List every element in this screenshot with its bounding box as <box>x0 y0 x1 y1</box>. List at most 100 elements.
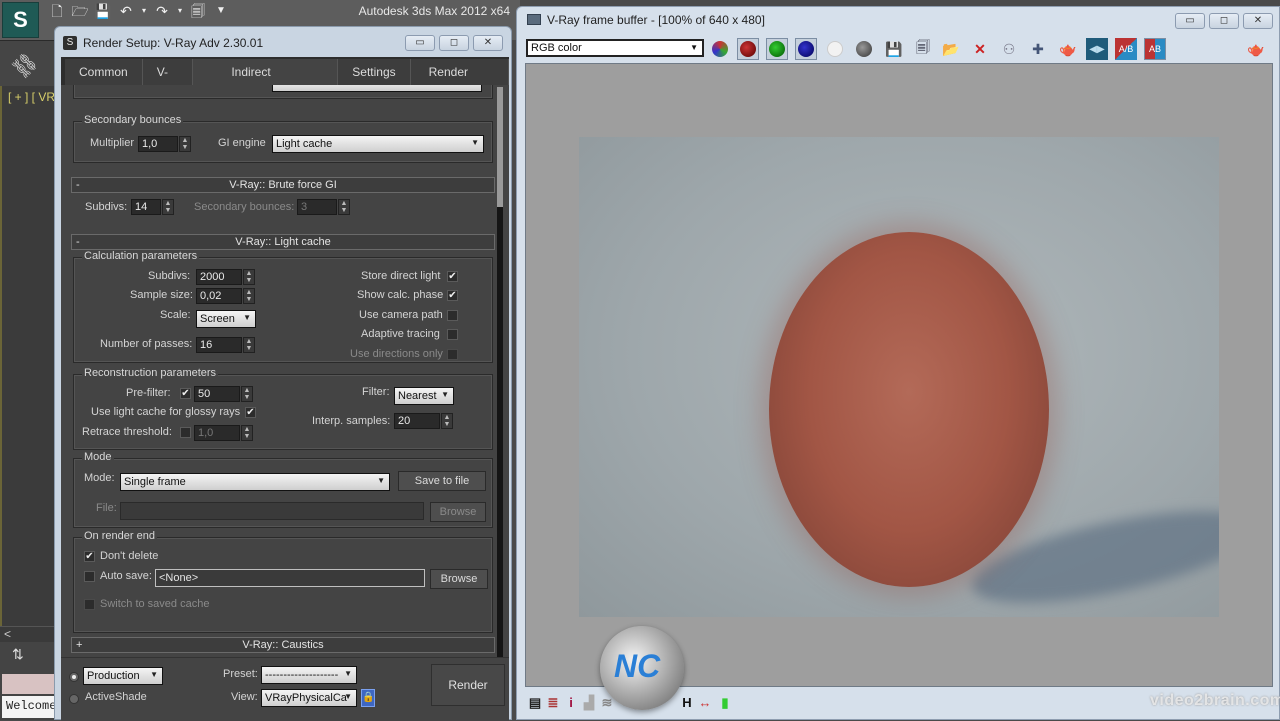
use-directions-only-checkbox[interactable] <box>447 349 458 360</box>
tab-render-elements[interactable]: Render Elements <box>410 59 509 105</box>
prefilter-checkbox[interactable]: ✔ <box>180 388 191 399</box>
preset-dropdown[interactable]: -------------------- ▼ <box>261 666 357 684</box>
spinner-arrows-icon[interactable]: ▲ ▼ <box>338 199 350 215</box>
adaptive-tracing-checkbox[interactable] <box>447 329 458 340</box>
activeshade-radio[interactable] <box>69 694 79 704</box>
stereo-icon[interactable]: ↔ <box>697 695 713 711</box>
region-render-icon[interactable]: ✚ <box>1027 38 1049 60</box>
show-calc-phase-checkbox[interactable]: ✔ <box>447 290 458 301</box>
undo-icon[interactable]: ↶ <box>117 3 135 19</box>
pixel-aspect-icon[interactable]: ▮ <box>717 695 733 711</box>
scrollbar-thumb[interactable] <box>497 87 503 207</box>
undo-dropdown-icon[interactable]: ▾ <box>140 3 148 19</box>
multiplier-spinner[interactable]: 1,0 ▲ ▼ <box>138 136 191 152</box>
save-icon[interactable]: 💾 <box>94 3 112 19</box>
spinner-arrows-icon[interactable]: ▲ ▼ <box>243 337 255 353</box>
spinner-arrows-icon[interactable]: ▲ ▼ <box>441 413 453 429</box>
file-path-input[interactable] <box>120 502 424 520</box>
spinner-arrows-icon[interactable]: ▲ ▼ <box>243 269 255 285</box>
timeline-scroll[interactable]: < <box>0 626 55 642</box>
render-last-icon[interactable]: 🫖 <box>1057 38 1079 60</box>
spinner-arrows-icon[interactable]: ▲ ▼ <box>179 136 191 152</box>
rgb-channels-icon[interactable] <box>709 38 731 60</box>
gi-engine-dropdown[interactable]: Light cache ▼ <box>272 135 484 153</box>
retrace-threshold-checkbox[interactable] <box>180 427 191 438</box>
save-image-icon[interactable]: 💾 <box>883 38 905 60</box>
light-cache-rollout-header[interactable]: - V-Ray:: Light cache <box>71 234 495 250</box>
ab-compare-horizontal-icon[interactable]: ◀▶ <box>1086 38 1108 60</box>
auto-save-path-input[interactable]: <None> <box>155 569 425 587</box>
production-dropdown[interactable]: Production ▼ <box>83 667 163 685</box>
view-dropdown[interactable]: VRayPhysicalCa ▼ <box>261 689 357 707</box>
brute-force-rollout-header[interactable]: - V-Ray:: Brute force GI <box>71 177 495 193</box>
spinner-arrows-icon[interactable]: ▲ ▼ <box>241 425 253 441</box>
ab-compare-vertical-icon[interactable]: AB <box>1144 38 1166 60</box>
bf-secondary-bounces-spinner[interactable]: 3 ▲ ▼ <box>297 199 350 215</box>
vfb-titlebar[interactable]: V-Ray frame buffer - [100% of 640 x 480]… <box>517 7 1279 33</box>
mode-dropdown[interactable]: Single frame ▼ <box>120 473 390 491</box>
primary-gi-engine-dropdown[interactable] <box>272 85 482 92</box>
blue-channel-icon[interactable] <box>795 38 817 60</box>
histogram-icon[interactable]: ▟ <box>581 695 597 711</box>
render-button[interactable]: Render <box>431 664 505 706</box>
tab-vray[interactable]: V-Ray <box>142 59 194 105</box>
production-radio[interactable] <box>69 672 79 682</box>
dont-delete-checkbox[interactable]: ✔ <box>84 551 95 562</box>
tab-settings[interactable]: Settings <box>338 59 411 85</box>
green-channel-icon[interactable] <box>766 38 788 60</box>
auto-save-checkbox[interactable] <box>84 571 95 582</box>
track-mouse-icon[interactable]: ⚇ <box>998 38 1020 60</box>
switch-to-saved-cache-checkbox[interactable] <box>84 599 95 610</box>
spinner-arrows-icon[interactable]: ▲ ▼ <box>162 199 174 215</box>
color-correction-icon[interactable]: ▤ <box>527 695 543 711</box>
use-camera-path-checkbox[interactable] <box>447 310 458 321</box>
ab-compare-icon[interactable]: A/B <box>1115 38 1137 60</box>
collapse-toggle[interactable]: - <box>76 178 80 192</box>
retrace-threshold-spinner[interactable]: 1,0 ▲ ▼ <box>194 425 253 441</box>
collapse-toggle[interactable]: - <box>76 235 80 249</box>
save-all-icon[interactable]: 🗐 <box>912 38 934 60</box>
new-file-icon[interactable]: 🗋 <box>48 3 66 19</box>
3dsmax-logo-icon[interactable]: S <box>2 2 39 38</box>
levels-icon[interactable]: ≣ <box>545 695 561 711</box>
redo-dropdown-icon[interactable]: ▾ <box>176 3 184 19</box>
info-icon[interactable]: i <box>563 695 579 711</box>
vfb-image-canvas[interactable] <box>525 63 1273 687</box>
project-folder-icon[interactable]: 🗐 <box>189 3 207 19</box>
customize-dropdown-icon[interactable]: ▼ <box>212 3 230 19</box>
vfb-maximize-button[interactable]: ◻ <box>1209 13 1239 29</box>
minimize-button[interactable]: ▭ <box>405 35 435 51</box>
scale-dropdown[interactable]: Screen ▼ <box>196 310 256 328</box>
caustics-rollout-header[interactable]: + V-Ray:: Caustics <box>71 637 495 653</box>
select-and-link-icon[interactable]: ⛓ <box>7 48 43 84</box>
transform-type-in-icon[interactable]: ⇅ <box>12 646 24 663</box>
spinner-arrows-icon[interactable]: ▲ ▼ <box>241 386 253 402</box>
open-file-icon[interactable]: 🗁 <box>71 3 89 19</box>
tab-indirect-illumination[interactable]: Indirect illumination <box>193 59 339 105</box>
alpha-channel-icon[interactable] <box>824 38 846 60</box>
interp-samples-spinner[interactable]: 20 ▲ ▼ <box>394 413 453 429</box>
expand-toggle[interactable]: + <box>76 638 82 652</box>
channel-dropdown[interactable]: RGB color ▼ <box>526 39 704 57</box>
clear-image-icon[interactable]: ✕ <box>969 38 991 60</box>
viewport[interactable]: [ + ] [ VRa <box>0 86 62 626</box>
render-setup-titlebar[interactable]: S Render Setup: V-Ray Adv 2.30.01 ▭ ◻ ✕ <box>55 27 511 57</box>
glossy-rays-checkbox[interactable]: ✔ <box>245 407 256 418</box>
tab-common[interactable]: Common <box>65 59 143 85</box>
redo-icon[interactable]: ↷ <box>153 3 171 19</box>
bf-subdivs-spinner[interactable]: 14 ▲ ▼ <box>131 199 174 215</box>
browse-file-button[interactable]: Browse <box>430 502 486 522</box>
maximize-button[interactable]: ◻ <box>439 35 469 51</box>
maxscript-listener-input[interactable] <box>2 674 54 694</box>
monochrome-icon[interactable] <box>853 38 875 60</box>
prefilter-spinner[interactable]: 50 ▲ ▼ <box>194 386 253 402</box>
close-button[interactable]: ✕ <box>473 35 503 51</box>
h-flip-icon[interactable]: H <box>679 695 695 711</box>
red-channel-icon[interactable] <box>737 38 759 60</box>
scroll-left-button[interactable]: < <box>4 627 11 641</box>
save-to-file-button[interactable]: Save to file <box>398 471 486 491</box>
lc-subdivs-spinner[interactable]: 2000 ▲ ▼ <box>196 269 255 285</box>
load-image-icon[interactable]: 📂 <box>940 38 962 60</box>
spinner-arrows-icon[interactable]: ▲ ▼ <box>243 288 255 304</box>
store-direct-light-checkbox[interactable]: ✔ <box>447 271 458 282</box>
